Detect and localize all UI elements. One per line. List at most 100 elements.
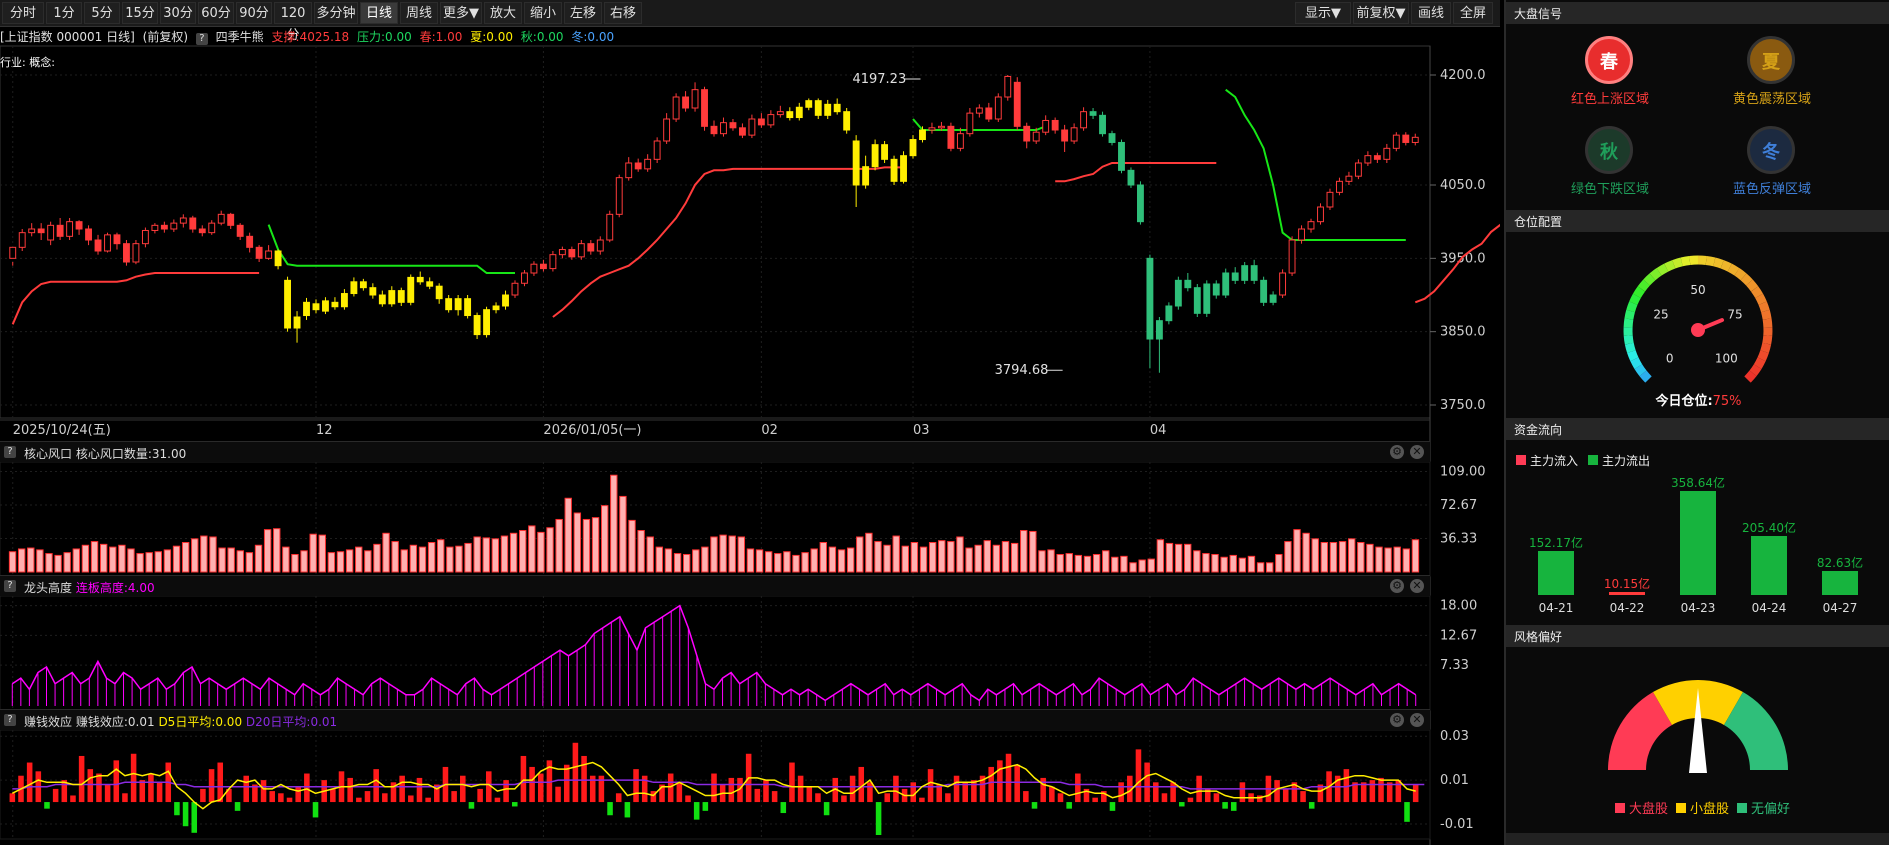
core-wind-bar — [236, 550, 244, 573]
money-effect-bar — [217, 762, 224, 803]
y-tick-label: 3950.0 — [1440, 251, 1486, 266]
core-wind-bar — [409, 544, 418, 573]
gauge-arc-segment — [1643, 273, 1656, 286]
candle-body — [966, 112, 974, 135]
position-section-title: 仓位配置 — [1506, 210, 1889, 232]
close-icon[interactable]: ✕ — [1410, 713, 1424, 727]
gauge-arc-segment — [1758, 301, 1770, 313]
core-wind-title: 核心风口 核心风口数量:31.00 — [24, 447, 187, 461]
core-wind-bar — [364, 550, 372, 573]
gauge-arc-segment — [1639, 370, 1652, 383]
inflow-label: 主力流入 — [1530, 454, 1579, 468]
core-wind-bar — [892, 535, 900, 573]
flow-bar — [1751, 535, 1787, 595]
bottom-tabs[interactable] — [1506, 833, 1889, 845]
candle-body — [464, 298, 472, 317]
money-effect-bar — [78, 755, 85, 803]
candle-body — [284, 279, 291, 329]
candle-body — [1260, 279, 1268, 303]
candle-body — [1155, 320, 1163, 340]
money-effect-bar — [789, 762, 795, 803]
core-wind-bar — [1056, 553, 1064, 573]
money-effect-bar — [1014, 764, 1020, 803]
money-effect-bar — [312, 802, 319, 818]
core-wind-bar — [245, 552, 254, 573]
core-wind-bar — [619, 495, 627, 573]
money-effect-bar — [70, 795, 76, 803]
candle-body — [672, 96, 680, 120]
candle-body — [75, 221, 83, 230]
candle-body — [1269, 294, 1277, 303]
money-effect-bar — [364, 791, 371, 803]
close-icon[interactable]: ✕ — [1410, 579, 1424, 593]
candle-body — [1336, 180, 1343, 193]
candle-body — [975, 107, 983, 114]
candle-body — [881, 144, 889, 160]
money-effect-bar — [9, 793, 16, 803]
core-wind-bar — [810, 548, 818, 573]
candle-body — [1184, 279, 1192, 289]
gear-icon[interactable]: ⚙ — [1390, 713, 1404, 727]
help-icon[interactable]: ? — [4, 446, 16, 458]
core-wind-bar — [519, 530, 527, 573]
money-effect-bar — [1075, 773, 1081, 803]
core-wind-bar — [127, 548, 135, 573]
core-wind-bar — [755, 549, 764, 573]
season-signal-icon: 夏 — [1747, 36, 1795, 84]
money-effect-bar — [806, 786, 813, 803]
core-wind-bar — [528, 525, 536, 573]
core-wind-bar — [1065, 553, 1073, 573]
help-icon[interactable]: ? — [4, 580, 16, 592]
core-wind-bar — [828, 546, 837, 573]
money-effect-bar — [373, 769, 379, 803]
candle-body — [1118, 141, 1125, 171]
core-wind-bar — [1102, 550, 1110, 573]
candle-body — [577, 243, 585, 258]
core-wind-bar — [1038, 550, 1046, 573]
gauge-tick-label: 75 — [1727, 308, 1742, 322]
core-wind-bar — [901, 545, 909, 573]
candle-body — [757, 118, 765, 126]
candle-body — [1193, 287, 1201, 314]
core-wind-bar — [200, 535, 208, 573]
money-effect-bar — [1308, 802, 1315, 809]
money-effect-bar — [356, 797, 362, 803]
money-effect-bar — [260, 780, 267, 803]
core-wind-bar — [1402, 548, 1411, 573]
gear-icon[interactable]: ⚙ — [1390, 445, 1404, 459]
candle-body — [255, 246, 263, 259]
money-effect-bar — [87, 769, 94, 803]
money-effect-bar — [927, 769, 934, 803]
core-wind-bar — [1202, 553, 1210, 573]
money-effect-bar — [208, 769, 215, 803]
gauge-arc-segment — [1762, 318, 1773, 328]
candle-body — [445, 298, 453, 311]
core-wind-bar — [1001, 541, 1010, 573]
candle-body — [587, 243, 595, 252]
core-wind-bar — [1074, 554, 1083, 573]
candle-body — [843, 111, 851, 131]
core-wind-bar — [701, 546, 709, 573]
y-tick-label: 4200.0 — [1440, 68, 1486, 83]
core-wind-bar — [783, 551, 791, 573]
candle-body — [1146, 257, 1154, 340]
support-line — [552, 166, 904, 318]
candle-body — [47, 224, 55, 241]
money-effect-bar — [1369, 780, 1376, 803]
close-icon[interactable]: ✕ — [1410, 445, 1424, 459]
flow-date: 04-21 — [1538, 601, 1574, 615]
candle-body — [937, 125, 945, 129]
candle-body — [919, 129, 926, 141]
candle-body — [1099, 114, 1106, 135]
gauge-arc-segment — [1649, 268, 1662, 281]
candle-body — [521, 272, 528, 284]
candle-body — [1032, 131, 1040, 142]
gear-icon[interactable]: ⚙ — [1390, 579, 1404, 593]
money-effect-bar — [139, 780, 146, 803]
core-wind-bar — [309, 533, 317, 573]
help-icon[interactable]: ? — [4, 714, 16, 726]
position-gauge: 0 25 50 75 100 — [1623, 255, 1773, 383]
money-effect-bar — [1404, 802, 1410, 822]
panel-tick-label: 12.67 — [1440, 628, 1477, 643]
candle-body — [94, 239, 102, 252]
